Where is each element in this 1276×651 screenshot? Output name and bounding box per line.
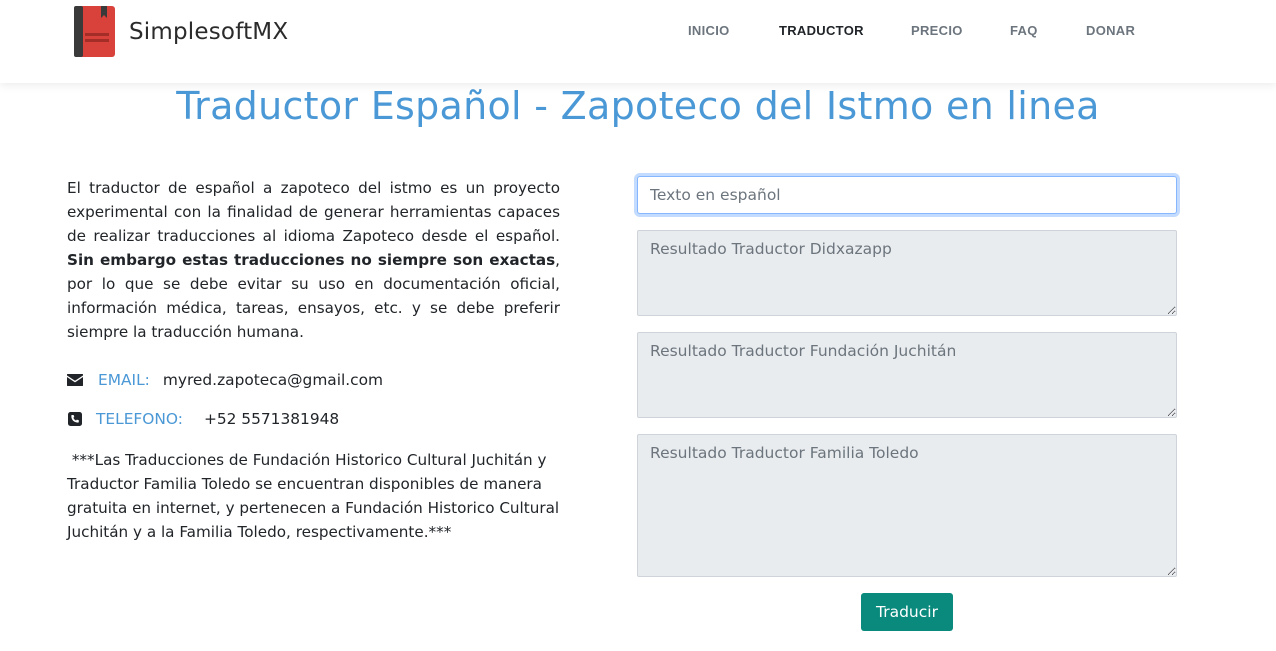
result-fundacion-juchitan[interactable] bbox=[637, 332, 1177, 418]
email-label: EMAIL: bbox=[98, 371, 150, 389]
contact-phone-row: TELEFONO: +52 5571381948 bbox=[67, 410, 339, 428]
result-familia-toledo[interactable] bbox=[637, 434, 1177, 577]
phone-value: +52 5571381948 bbox=[203, 410, 340, 428]
result-didxazapp[interactable] bbox=[637, 230, 1177, 316]
phone-label: TELEFONO: bbox=[96, 410, 183, 428]
nav-item-precio[interactable]: PRECIO bbox=[911, 23, 963, 38]
disclaimer-text: ***Las Traducciones de Fundación Histori… bbox=[67, 451, 564, 541]
email-link[interactable]: myred.zapoteca@gmail.com bbox=[163, 371, 383, 389]
nav-item-faq[interactable]: FAQ bbox=[1010, 23, 1038, 38]
info-column: El traductor de español a zapoteco del i… bbox=[67, 176, 587, 541]
page-title: Traductor Español - Zapoteco del Istmo e… bbox=[176, 84, 1100, 128]
phone-square-icon bbox=[67, 411, 83, 427]
site-header: SimplesoftMX INICIO TRADUCTOR PRECIO FAQ… bbox=[0, 0, 1276, 83]
intro-paragraph: El traductor de español a zapoteco del i… bbox=[67, 176, 560, 344]
contact-email-row: EMAIL: myred.zapoteca@gmail.com bbox=[67, 371, 383, 389]
spanish-text-input[interactable] bbox=[637, 176, 1177, 214]
nav-item-traductor[interactable]: TRADUCTOR bbox=[779, 23, 864, 38]
nav-item-donar[interactable]: DONAR bbox=[1086, 23, 1135, 38]
envelope-icon bbox=[67, 372, 83, 388]
intro-bold-warning: Sin embargo estas traducciones no siempr… bbox=[67, 251, 556, 269]
nav-item-inicio[interactable]: INICIO bbox=[688, 23, 730, 38]
intro-text-1: El traductor de español a zapoteco del i… bbox=[67, 179, 560, 245]
main-nav: INICIO TRADUCTOR PRECIO FAQ DONAR bbox=[0, 23, 1276, 41]
translate-button[interactable]: Traducir bbox=[861, 593, 953, 631]
